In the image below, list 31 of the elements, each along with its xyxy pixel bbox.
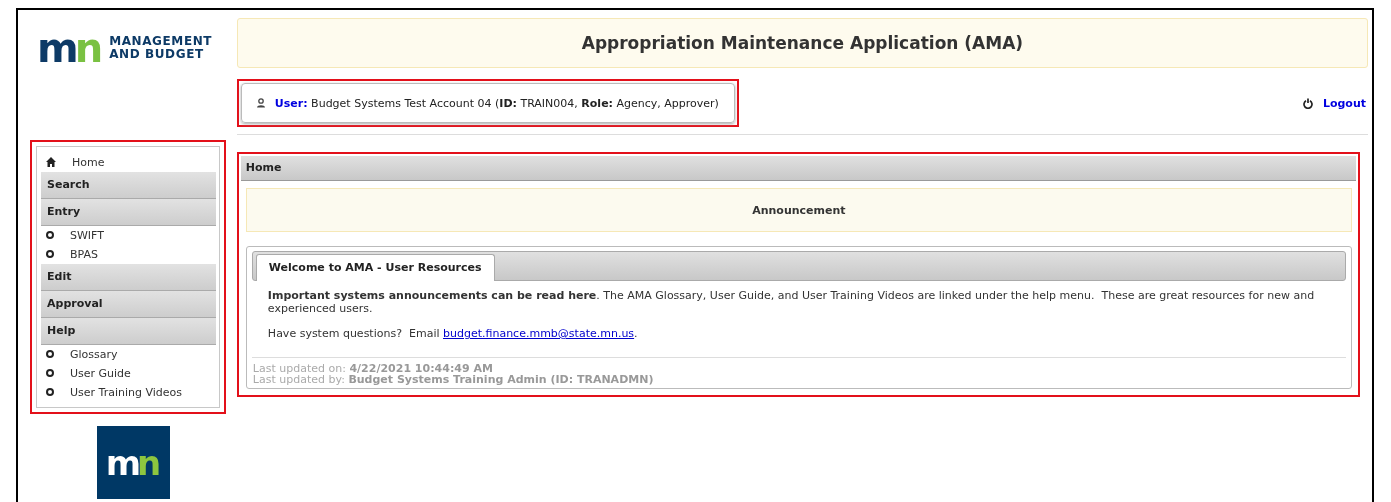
bullet-icon xyxy=(46,369,54,377)
updated-by-text: Last updated by: Budget Systems Training Admin (ID: TRANADMN) xyxy=(251,374,655,385)
menu-link[interactable]: SWIFT xyxy=(70,228,104,242)
announcement-banner: Announcement xyxy=(245,188,1352,232)
menu-link[interactable]: User Training Videos xyxy=(70,385,183,399)
menu-link[interactable]: User Guide xyxy=(70,366,131,380)
power-icon xyxy=(1302,97,1313,109)
logo-text: AND BUDGET xyxy=(109,48,205,61)
menu-link[interactable]: BPAS xyxy=(70,247,98,261)
user-icon xyxy=(255,98,266,108)
announcement-text: Important systems announcements can be read here. The AMA Glossary, User Guide, and User Training Videos are linked under the help menu. These are great resources for new and experienced users. xyxy=(267,289,1316,315)
menu-header[interactable]: Edit xyxy=(41,264,216,291)
contact-text: Have system questions? Email budget.finance.mmb@state.mn.us. xyxy=(267,327,639,340)
menu-link[interactable]: Home xyxy=(72,155,105,169)
logout-link[interactable]: Logout xyxy=(1322,96,1366,110)
bullet-icon xyxy=(46,350,54,358)
bullet-icon xyxy=(46,231,54,239)
panel-title-bar: Home xyxy=(240,156,1356,181)
menu-header[interactable]: Entry xyxy=(41,199,216,226)
home-icon xyxy=(46,157,56,167)
menu-link[interactable]: Glossary xyxy=(70,347,118,361)
bullet-icon xyxy=(46,388,54,396)
updated-on-text: Last updated on: 4/22/2021 10:44:49 AM xyxy=(251,363,493,374)
user-info-text: User: Budget Systems Test Account 04 (ID: TRAIN004, Role: Agency, Approver) xyxy=(274,96,719,110)
menu-header[interactable]: Approval xyxy=(41,291,216,318)
tab[interactable]: Welcome to AMA - User Resources xyxy=(255,254,495,281)
bullet-icon xyxy=(46,250,54,258)
menu-header[interactable]: Search xyxy=(41,172,216,199)
app-title-banner: Appropriation Maintenance Application (AMA) xyxy=(236,18,1368,68)
menu-header[interactable]: Help xyxy=(41,318,216,345)
logo-text: MANAGEMENT xyxy=(109,35,213,48)
